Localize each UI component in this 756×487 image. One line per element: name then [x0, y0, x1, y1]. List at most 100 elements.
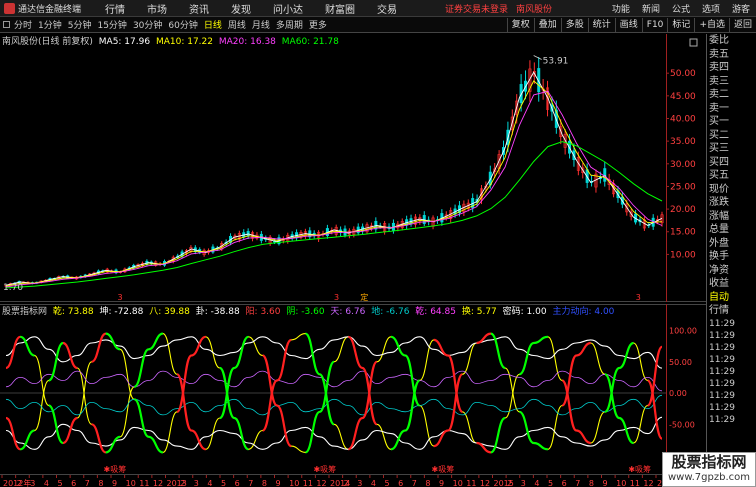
period-tab-10[interactable]: 更多	[309, 18, 327, 31]
right-menu-item-2[interactable]: 公式	[672, 2, 690, 15]
date-label: 3	[357, 479, 362, 487]
date-label: 11	[139, 479, 149, 487]
period-tab-4[interactable]: 30分钟	[133, 18, 162, 31]
price-candle-body	[603, 168, 607, 182]
menu-item-0[interactable]: 行情	[105, 1, 125, 16]
side-item-1: 卖五	[709, 48, 729, 60]
period-tab-1[interactable]: 1分钟	[38, 18, 62, 31]
login-alert[interactable]: 证券交易未登录	[445, 2, 508, 15]
site-watermark: 股票指标网 www.7gpzb.com	[662, 452, 756, 487]
date-label: 9	[603, 479, 608, 487]
period-tab-0[interactable]: 分时	[14, 18, 32, 31]
menu-item-3[interactable]: 发现	[231, 1, 251, 16]
side-time-7: 11:29	[709, 402, 735, 413]
menu-item-2[interactable]: 资讯	[189, 1, 209, 16]
menu-item-5[interactable]: 财富圈	[325, 1, 355, 16]
date-label: 3	[30, 479, 35, 487]
date-label: 11	[303, 479, 313, 487]
mid-mark: 定	[360, 292, 368, 302]
period-tab-6[interactable]: 日线	[204, 18, 222, 31]
side-item-17: 净资	[709, 264, 729, 276]
period-tab-5[interactable]: 60分钟	[168, 18, 197, 31]
app-icon	[4, 2, 15, 14]
indicator-value-9: 乾: 64.85	[415, 307, 456, 317]
tool-button-0[interactable]: 复权	[506, 17, 534, 32]
side-item-6: 买一	[709, 116, 729, 127]
price-legend: 南风股份(日线 前复权) MA5: 17.96 MA10: 17.22 MA20…	[2, 34, 342, 47]
tool-button-7[interactable]: +自选	[694, 17, 729, 32]
layout-toggle-icon[interactable]	[3, 21, 10, 28]
period-tab-2[interactable]: 5分钟	[68, 18, 92, 31]
indicator-chart-bg	[0, 304, 706, 474]
period-tab-8[interactable]: 月线	[252, 18, 270, 31]
date-label: 7	[85, 479, 90, 487]
date-label: 9	[112, 479, 117, 487]
indicator-value-11: 密码: 1.00	[502, 307, 547, 317]
menu-item-1[interactable]: 市场	[147, 1, 167, 16]
side-time-6: 11:29	[709, 390, 735, 401]
date-label: 3	[194, 479, 199, 487]
app-title: 通达信金融终端	[18, 4, 82, 15]
right-menu-item-1[interactable]: 新闻	[642, 2, 660, 15]
tool-button-4[interactable]: 画线	[614, 17, 642, 32]
period-tab-3[interactable]: 15分钟	[97, 18, 126, 31]
period-tab-7[interactable]: 周线	[228, 18, 246, 31]
indicator-value-10: 换: 5.77	[461, 307, 497, 317]
side-item-15: 外盘	[709, 237, 729, 249]
side-time-2: 11:29	[709, 342, 735, 353]
chart-tools: 复权 叠加 多股 统计 画线 F10 标记 +自选 返回	[506, 17, 756, 32]
indicator-value-6: 阴: -3.60	[286, 307, 325, 317]
right-menu: 功能 新闻 公式 选项 游客	[612, 2, 756, 15]
price-tick-label: 40.00	[670, 114, 696, 124]
tool-button-5[interactable]: F10	[641, 17, 668, 32]
date-label: 8	[589, 479, 594, 487]
indicator-value-4: 卦: -38.88	[195, 307, 240, 317]
date-label: 6	[235, 479, 240, 487]
right-menu-item-0[interactable]: 功能	[612, 2, 630, 15]
indicator-value-3: 八: 39.88	[149, 307, 190, 317]
side-item-18: 收益	[709, 278, 729, 289]
app-logo: 通达信金融终端	[0, 2, 85, 15]
date-label: 4	[207, 479, 212, 487]
tool-button-3[interactable]: 统计	[587, 17, 615, 32]
menu-item-6[interactable]: 交易	[377, 1, 397, 16]
indicator-value-1: 乾: 73.88	[52, 307, 94, 317]
tool-button-2[interactable]: 多股	[560, 17, 588, 32]
date-label: 2	[17, 479, 22, 487]
date-label: 2	[344, 479, 349, 487]
period-tab-9[interactable]: 多周期	[276, 18, 303, 31]
indicator-value-7: 天: 6.76	[330, 307, 366, 317]
side-time-3: 11:29	[709, 354, 735, 365]
side-item-2: 卖四	[709, 62, 729, 73]
date-label: 8	[262, 479, 267, 487]
date-label: 10	[126, 479, 136, 487]
menu-item-4[interactable]: 问小达	[273, 1, 303, 16]
side-auto-label[interactable]: 自动	[707, 291, 756, 305]
price-tick-label: 45.00	[670, 92, 696, 102]
indicator-value-8: 地: -6.76	[371, 307, 410, 317]
watermark-url: www.7gpzb.com	[668, 472, 750, 483]
tool-button-8[interactable]: 返回	[728, 17, 756, 32]
price-chart[interactable]: 50.00 45.00 40.00 35.00 30.00 25.00 20.00 15.00…	[0, 34, 706, 302]
date-label: 12	[480, 479, 490, 487]
right-menu-item-3[interactable]: 选项	[702, 2, 720, 15]
date-label: 4	[44, 479, 49, 487]
price-tick-label: 30.00	[670, 160, 696, 170]
indicator-chart[interactable]: 100.0050.000.00-50.00-100.00✱吸筹✱吸筹✱吸筹✱吸筹	[0, 304, 706, 474]
date-label: 2	[507, 479, 512, 487]
date-label: 5	[58, 479, 63, 487]
tool-button-6[interactable]: 标记	[667, 17, 694, 32]
quote-side-panel: 委比 卖五 卖四 卖三 卖二 卖一 买一 买二 买三 买四 买五 现价 涨跌 涨幅 总量 外盘 换手 净资 收益 自动…	[706, 34, 756, 474]
right-menu-item-4[interactable]: 游客	[732, 2, 750, 15]
date-label: 6	[398, 479, 403, 487]
indicator-name[interactable]: 股票指标网	[2, 307, 47, 317]
side-item-13: 涨幅	[709, 210, 729, 222]
side-time-0: 11:29	[709, 318, 735, 329]
legend-title: 南风股份(日线 前复权)	[2, 37, 93, 47]
tool-button-1[interactable]: 叠加	[533, 17, 561, 32]
price-tick-label: 10.00	[670, 250, 696, 260]
date-label: 10	[289, 479, 299, 487]
indicator-value-5: 阳: 3.60	[245, 307, 281, 317]
date-axis: 2012年2 3 4 5 6 7 8 9 10 11 12 20132 3 4 5 6 7 8 9 10 11 12 201…	[0, 474, 706, 487]
high-price-label: 53.91	[543, 56, 569, 66]
